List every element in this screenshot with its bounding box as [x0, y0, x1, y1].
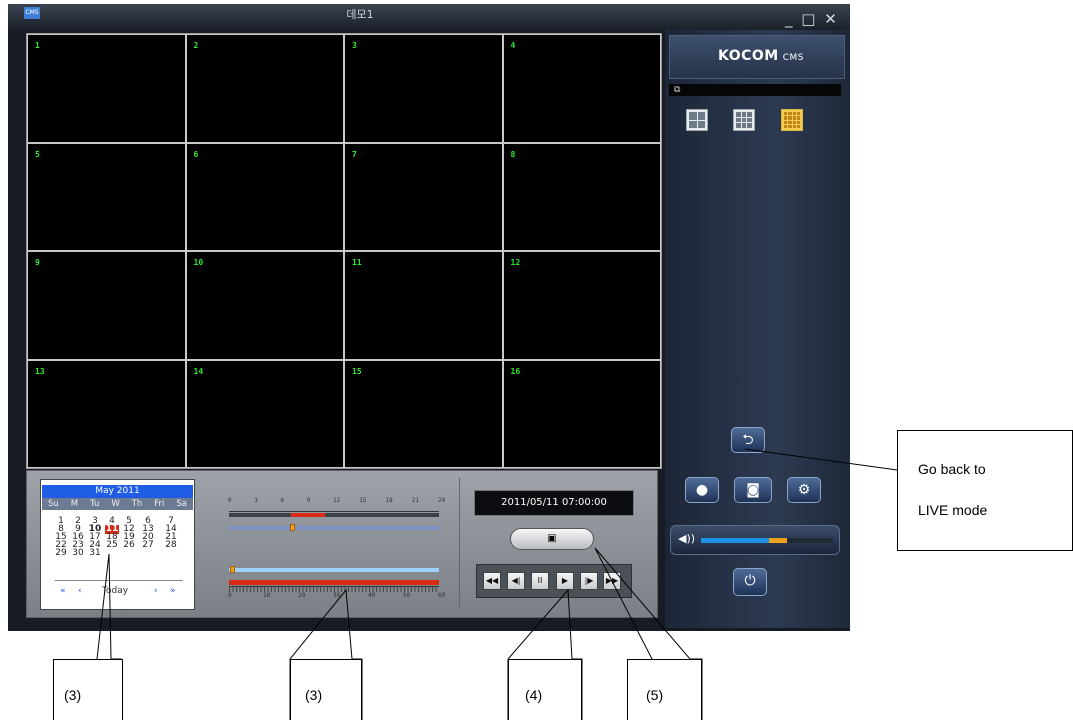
callout-box: [290, 659, 362, 720]
calendar-day[interactable]: 27: [141, 541, 155, 550]
calendar-day[interactable]: 26: [122, 541, 136, 550]
callout-label: (3): [64, 687, 82, 703]
callout-line2: LIVE mode: [918, 502, 988, 518]
go-back-callout: Go back to LIVE mode: [897, 430, 1073, 551]
callout-label: (5): [646, 687, 664, 703]
annotation-lines: [96, 448, 898, 720]
calendar-day[interactable]: 31: [88, 549, 102, 558]
callout-label: (4): [525, 687, 543, 703]
calendar-day[interactable]: 30: [71, 549, 85, 558]
callout-box: [508, 659, 582, 720]
callout-label: (3): [305, 687, 323, 703]
callout-box: [627, 659, 702, 720]
callout-line1: Go back to: [918, 461, 986, 477]
calendar-day[interactable]: 25: [105, 541, 119, 550]
calendar-day[interactable]: 28: [164, 541, 178, 550]
calendar-day[interactable]: 29: [54, 549, 68, 558]
